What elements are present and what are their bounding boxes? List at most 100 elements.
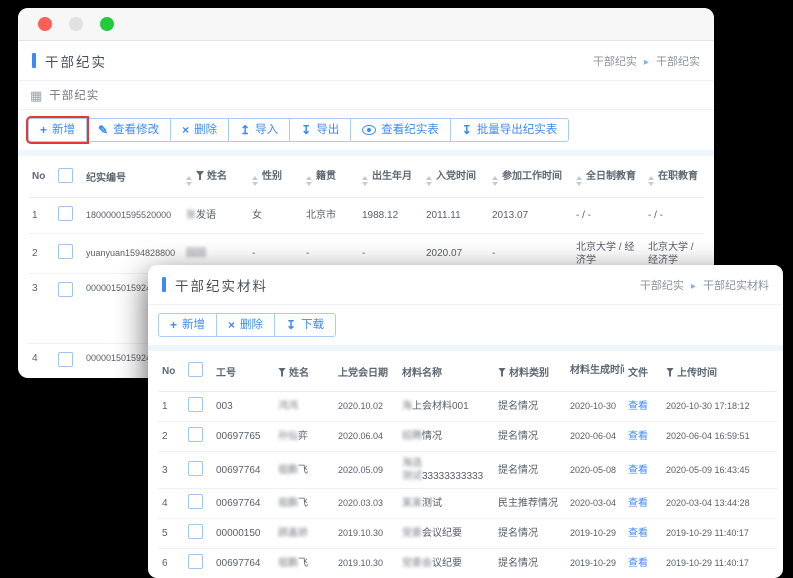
add-button[interactable]: +新增 <box>28 118 87 142</box>
button-label: 删除 <box>194 123 217 137</box>
view-record-table-button[interactable]: 查看纪实表 <box>350 118 451 142</box>
page-title-text: 干部纪实 <box>45 51 107 71</box>
column-header[interactable]: 姓名 <box>182 156 248 198</box>
column-header: 材料名称 <box>398 351 494 392</box>
column-label: 材料名称 <box>402 368 442 379</box>
page-title-text: 干部纪实材料 <box>175 275 268 295</box>
filter-icon <box>196 171 204 180</box>
cell-text: 情况 <box>422 431 442 442</box>
close-button[interactable] <box>38 17 52 31</box>
column-header[interactable]: 上传时间 <box>662 351 777 392</box>
table-cell <box>54 344 82 379</box>
table-cell: 查看 <box>624 452 662 489</box>
table-cell <box>184 549 212 578</box>
column-header[interactable]: 姓名 <box>274 351 334 392</box>
column-label: 纪实编号 <box>86 173 126 184</box>
export-button[interactable]: ↧导出 <box>289 118 351 142</box>
redacted-text: 孙仙 <box>278 431 298 442</box>
add-button[interactable]: +新增 <box>158 313 217 337</box>
view-file-link[interactable]: 查看 <box>628 498 648 509</box>
table-cell <box>54 274 82 344</box>
column-header[interactable]: 性别 <box>248 156 302 198</box>
view-file-link[interactable]: 查看 <box>628 465 648 476</box>
table-cell: 2020.03.03 <box>334 489 398 519</box>
redacted-text: 招聘 <box>402 431 422 442</box>
breadcrumb-link[interactable]: 干部纪实 <box>593 56 637 68</box>
plus-icon: + <box>170 320 177 330</box>
row-checkbox[interactable] <box>188 397 203 412</box>
table-cell: 2020-06-04 16:59:51 <box>662 422 777 452</box>
column-header[interactable]: 入党时间 <box>422 156 488 198</box>
minimize-button[interactable] <box>69 17 83 31</box>
import-button[interactable]: ↥导入 <box>228 118 290 142</box>
table-cell: 民主推荐情况 <box>494 489 566 519</box>
table-row: 1003鸿鸿2020.10.02海上会材料001提名情况2020-10-30查看… <box>158 392 777 422</box>
table-cell: 1 <box>28 198 54 234</box>
delete-button[interactable]: ×删除 <box>216 313 275 337</box>
table-cell: 3 <box>28 274 54 344</box>
row-checkbox[interactable] <box>188 494 203 509</box>
column-header[interactable]: 籍贯 <box>302 156 358 198</box>
row-checkbox[interactable] <box>188 554 203 569</box>
column-header[interactable]: 参加工作时间 <box>488 156 572 198</box>
column-header: 文件 <box>624 351 662 392</box>
toolbar: +新增✎查看修改×删除↥导入↧导出查看纪实表↧批量导出纪实表 <box>18 110 714 150</box>
row-checkbox[interactable] <box>58 352 73 367</box>
row-checkbox[interactable] <box>58 244 73 259</box>
redacted-text: 海选 <box>402 458 422 469</box>
redacted-text: 祖鹏 <box>278 465 298 476</box>
cell-text: 测试 <box>422 498 442 509</box>
table-cell: 祖鹏飞 <box>274 549 334 578</box>
view-edit-button[interactable]: ✎查看修改 <box>86 118 171 142</box>
column-label: No <box>32 171 45 182</box>
cell-text: 飞 <box>298 558 308 569</box>
table-cell: 张发语 <box>182 198 248 234</box>
table-cell: 查看 <box>624 489 662 519</box>
table-cell: 党委会议纪要 <box>398 549 494 578</box>
download-button[interactable]: ↧下载 <box>274 313 336 337</box>
column-label: 入党时间 <box>436 171 476 182</box>
cell-text: 飞 <box>298 465 308 476</box>
select-all-checkbox[interactable] <box>58 168 73 183</box>
sort-caret-icon <box>492 176 498 186</box>
row-checkbox[interactable] <box>58 282 73 297</box>
filter-icon <box>666 368 674 377</box>
column-header[interactable]: 材料类别 <box>494 351 566 392</box>
column-header[interactable]: 全日制教育 <box>572 156 644 198</box>
table-cell: 00697764 <box>212 549 274 578</box>
column-header[interactable]: 出生年月 <box>358 156 422 198</box>
view-file-link[interactable]: 查看 <box>628 431 648 442</box>
sort-caret-icon <box>576 176 582 186</box>
table-cell: 海上会材料001 <box>398 392 494 422</box>
toolbar: +新增×删除↧下载 <box>148 305 783 345</box>
breadcrumb-link[interactable]: 干部纪实 <box>640 280 684 292</box>
row-checkbox[interactable] <box>188 524 203 539</box>
view-file-link[interactable]: 查看 <box>628 558 648 569</box>
table-cell: 1988.12 <box>358 198 422 234</box>
button-label: 导入 <box>255 123 278 137</box>
delete-button[interactable]: ×删除 <box>170 118 229 142</box>
row-checkbox[interactable] <box>188 461 203 476</box>
view-file-link[interactable]: 查看 <box>628 401 648 412</box>
batch-export-record-table-button[interactable]: ↧批量导出纪实表 <box>450 118 570 142</box>
column-header[interactable]: 在职教育 <box>644 156 704 198</box>
table-cell: 4 <box>158 489 184 519</box>
redacted-text: 张 <box>186 210 196 221</box>
row-checkbox[interactable] <box>58 206 73 221</box>
row-checkbox[interactable] <box>188 427 203 442</box>
table-cell: 查看 <box>624 549 662 578</box>
cell-text: 议纪要 <box>432 558 462 569</box>
redacted-text: 某某 <box>402 498 422 509</box>
column-label: 工号 <box>216 368 236 379</box>
redacted-text: 党委会 <box>402 558 432 569</box>
select-all-checkbox[interactable] <box>188 362 203 377</box>
button-label: 批量导出纪实表 <box>477 123 558 137</box>
page-header: 干部纪实材料 干部纪实 干部纪实材料 <box>148 265 783 305</box>
table-cell: 2020-03-04 13:44:28 <box>662 489 777 519</box>
table-cell: 2020.10.02 <box>334 392 398 422</box>
table-cell: 女 <box>248 198 302 234</box>
column-label: 性别 <box>262 171 282 182</box>
zoom-button[interactable] <box>100 17 114 31</box>
x-icon: × <box>228 320 235 330</box>
table-cell: 1 <box>158 392 184 422</box>
